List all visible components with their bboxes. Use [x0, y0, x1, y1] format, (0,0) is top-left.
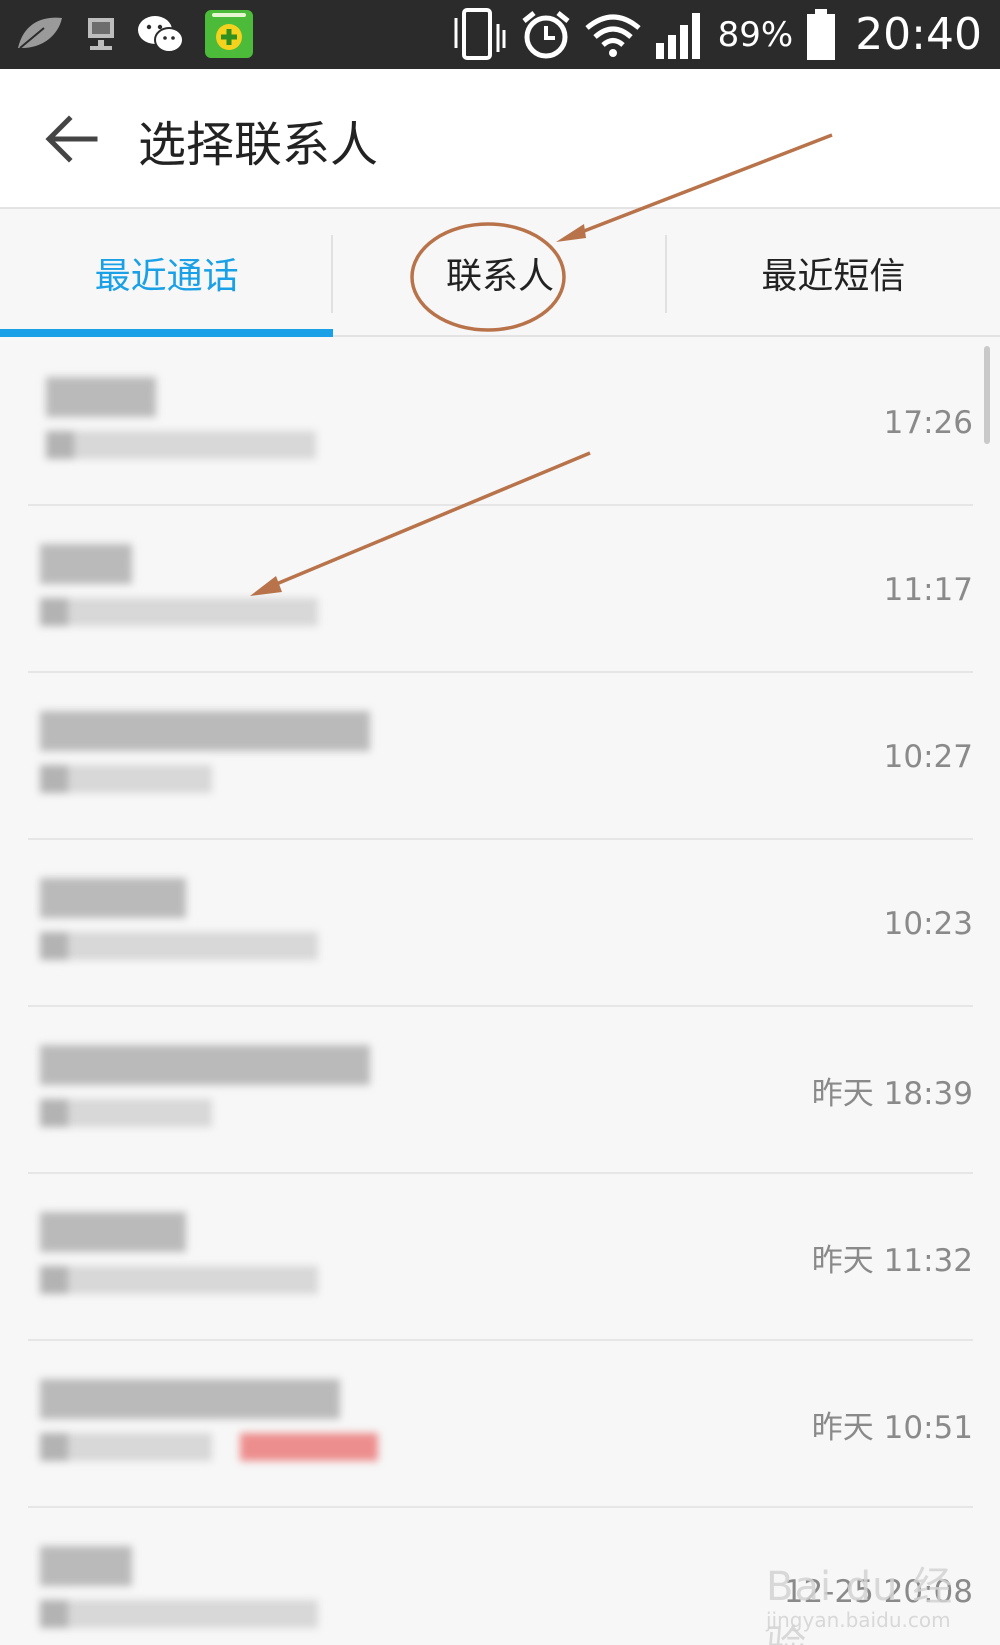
- call-row[interactable]: 昨天 18:39: [28, 1007, 973, 1174]
- redacted-contact: [36, 536, 476, 656]
- scrollbar[interactable]: [984, 346, 990, 444]
- app-bar: 选择联系人: [0, 69, 1000, 209]
- redacted-contact: [36, 369, 476, 489]
- signal-icon: [654, 9, 706, 61]
- network-monitor-icon: [84, 14, 118, 54]
- call-time: 昨天 18:39: [811, 1076, 973, 1112]
- redacted-contact: [36, 870, 476, 990]
- battery-percent: 89%: [717, 14, 794, 55]
- call-row[interactable]: 昨天 11:32: [28, 1174, 973, 1341]
- arrow-left-icon: [45, 115, 98, 163]
- redacted-contact: [36, 1037, 476, 1157]
- status-clock: 20:40: [855, 9, 982, 60]
- call-row[interactable]: 17:26: [28, 339, 973, 506]
- tab-label: 最近短信: [761, 256, 906, 297]
- watermark: Bai du 经验 jingyan.baidu.com: [760, 1550, 990, 1645]
- redacted-contact: [36, 1538, 476, 1645]
- call-row[interactable]: 10:23: [28, 840, 973, 1007]
- recent-calls-list: 17:26 11:17 10:27 10:23 昨天 18:39 昨天 11:3…: [0, 339, 1000, 1645]
- tab-recent-sms[interactable]: 最近短信: [667, 211, 1000, 335]
- status-bar: 89% 20:40: [0, 0, 1000, 69]
- page-title: 选择联系人: [138, 117, 379, 173]
- call-time: 10:27: [883, 738, 973, 775]
- wifi-icon: [584, 12, 642, 58]
- call-row[interactable]: 昨天 10:51: [28, 1341, 973, 1508]
- call-row[interactable]: 10:27: [28, 673, 973, 840]
- alarm-icon: [520, 9, 572, 61]
- redacted-contact: [36, 1371, 476, 1491]
- redacted-contact: [36, 703, 476, 823]
- redacted-contact: [36, 1204, 476, 1324]
- leaf-icon: [14, 14, 66, 54]
- vibrate-icon: [450, 7, 508, 62]
- screen: 89% 20:40 选择联系人 最近通话 联系人 最近短信 17:26 11:1…: [0, 0, 1000, 1645]
- call-time: 11:17: [883, 571, 973, 608]
- call-time: 17:26: [883, 404, 973, 441]
- tab-label: 联系人: [445, 256, 554, 297]
- security-app-icon: [204, 9, 254, 59]
- wechat-icon: [136, 12, 186, 56]
- tab-contacts[interactable]: 联系人: [333, 211, 667, 335]
- call-row[interactable]: 11:17: [28, 506, 973, 673]
- watermark-url: jingyan.baidu.com: [766, 1608, 951, 1632]
- tab-recent-calls[interactable]: 最近通话: [0, 211, 334, 337]
- tab-label: 最近通话: [94, 256, 239, 297]
- tab-bar: 最近通话 联系人 最近短信: [0, 211, 1000, 337]
- call-time: 10:23: [883, 905, 973, 942]
- battery-icon: [805, 8, 837, 62]
- call-time: 昨天 11:32: [811, 1243, 973, 1279]
- call-time: 昨天 10:51: [811, 1410, 973, 1446]
- back-button[interactable]: [36, 107, 106, 171]
